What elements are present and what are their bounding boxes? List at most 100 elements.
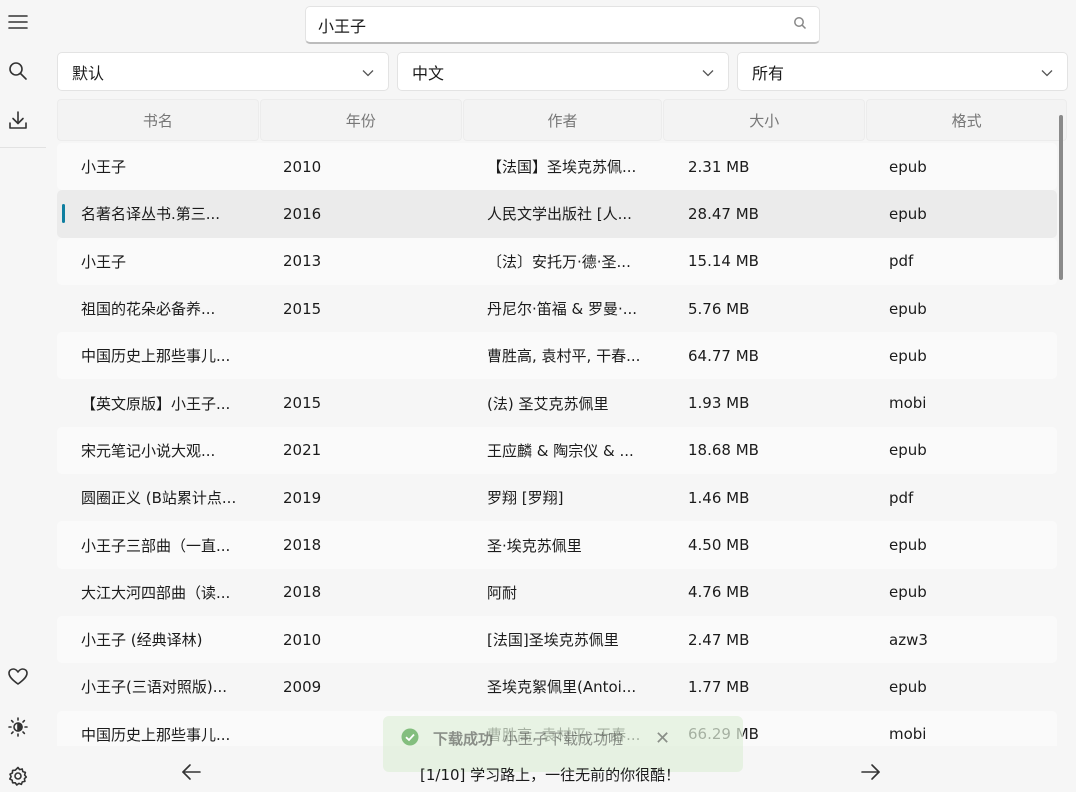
chevron-down-icon [362, 62, 374, 81]
cell-size: 1.93 MB [688, 394, 750, 413]
column-header-format[interactable]: 格式 [866, 99, 1067, 141]
table-row[interactable]: 小王子 2010 【法国】圣埃克苏佩... 2.31 MB epub [57, 143, 1057, 191]
next-arrow-icon[interactable] [856, 758, 886, 786]
cell-size: 28.47 MB [688, 204, 759, 223]
cell-size: 4.50 MB [688, 536, 750, 555]
table-row[interactable]: 小王子三部曲（一直... 2018 圣·埃克苏佩里 4.50 MB epub [57, 521, 1057, 569]
cell-year: 2010 [283, 157, 322, 176]
toast-message: 小王子下载成功啦 [503, 730, 624, 748]
cell-format: epub [889, 157, 927, 176]
results-table: 书名 年份 作者 大小 格式 小王子 2010 【法国】圣埃克苏佩... 2.31 M… [57, 99, 1068, 746]
cell-year: 2009 [283, 677, 322, 696]
format-select-value: 所有 [752, 63, 785, 83]
table-row[interactable]: 小王子 (经典译林) 2010 [法国]圣埃克苏佩里 2.47 MB azw3 [57, 615, 1057, 664]
cell-author: (法) 圣艾克苏佩里 [487, 394, 609, 413]
language-select-value: 中文 [412, 63, 445, 83]
download-icon[interactable] [4, 106, 32, 134]
search-input[interactable] [318, 15, 793, 34]
cell-author: 圣埃克絮佩里(Antoi... [487, 678, 637, 697]
cell-format: epub [889, 583, 927, 602]
table-header: 书名 年份 作者 大小 格式 [57, 99, 1068, 141]
cell-title: 【英文原版】小王子... [81, 394, 231, 413]
cell-title: 大江大河四部曲（读... [81, 583, 231, 602]
table-row[interactable]: 小王子(三语对照版)... 2009 圣埃克絮佩里(Antoi... 1.77 MB e… [57, 663, 1057, 710]
close-icon[interactable]: ✕ [655, 728, 670, 749]
cell-format: mobi [889, 725, 927, 744]
check-circle-icon [401, 728, 419, 750]
table-row[interactable]: 中国历史上那些事儿... 曹胜高, 袁村平, 干春... 64.77 MB epub [57, 332, 1057, 380]
cell-author: 【法国】圣埃克苏佩... [487, 158, 637, 177]
table-row[interactable]: 【英文原版】小王子... 2015 (法) 圣艾克苏佩里 1.93 MB mobi [57, 379, 1057, 426]
cell-size: 1.46 MB [688, 488, 750, 507]
cell-format: epub [889, 677, 927, 696]
cell-size: 1.77 MB [688, 677, 750, 696]
theme-icon[interactable] [4, 713, 32, 741]
scrollbar[interactable] [1059, 115, 1063, 280]
cell-size: 5.76 MB [688, 299, 750, 318]
cell-year: 2010 [283, 630, 322, 649]
cell-size: 15.14 MB [688, 252, 759, 271]
column-header-size[interactable]: 大小 [663, 99, 866, 141]
table-row[interactable]: 名著名译丛书.第三... 2016 人民文学出版社 [人... 28.47 MB epu… [57, 190, 1057, 238]
cell-size: 64.77 MB [688, 346, 759, 365]
cell-size: 4.76 MB [688, 583, 750, 602]
search-icon[interactable] [4, 57, 32, 85]
column-header-author[interactable]: 作者 [462, 99, 663, 141]
cell-format: epub [889, 299, 927, 318]
cell-title: 中国历史上那些事儿... [81, 347, 231, 366]
cell-title: 小王子三部曲（一直... [81, 536, 231, 555]
table-row[interactable]: 祖国的花朵必备养... 2015 丹尼尔·笛福 & 罗曼·... 5.76 MB epu… [57, 285, 1057, 332]
table-row[interactable]: 圆圈正义 (B站累计点... 2019 罗翔 [罗翔] 1.46 MB pdf [57, 474, 1057, 521]
cell-size: 18.68 MB [688, 441, 759, 460]
cell-author: 人民文学出版社 [人... [487, 205, 632, 224]
column-header-year[interactable]: 年份 [259, 99, 462, 141]
sort-select-value: 默认 [72, 63, 105, 83]
format-select[interactable]: 所有 [737, 52, 1068, 91]
cell-year: 2018 [283, 536, 322, 555]
cell-title: 小王子(三语对照版)... [81, 678, 228, 697]
cell-format: epub [889, 536, 927, 555]
sort-select[interactable]: 默认 [57, 52, 389, 91]
table-row[interactable]: 大江大河四部曲（读... 2018 阿耐 4.76 MB epub [57, 569, 1057, 616]
cell-title: 中国历史上那些事儿... [81, 725, 231, 744]
cell-year: 2015 [283, 299, 322, 318]
cell-format: azw3 [889, 630, 928, 649]
sidebar [0, 0, 46, 792]
cell-year: 2016 [283, 204, 322, 223]
cell-author: 阿耐 [487, 583, 518, 602]
quote-text: [1/10] 学习路上，一往无前的你很酷！ [420, 766, 681, 784]
cell-title: 小王子 (经典译林) [81, 631, 203, 650]
cell-year: 2018 [283, 583, 322, 602]
cell-format: epub [889, 346, 927, 365]
cell-title: 名著名译丛书.第三... [81, 205, 221, 224]
cell-author: 〔法〕安托万·德·圣... [487, 252, 631, 271]
toast-title: 下载成功 [433, 730, 494, 748]
cell-format: epub [889, 441, 927, 460]
sidebar-divider [0, 147, 46, 148]
cell-format: pdf [889, 252, 914, 271]
language-select[interactable]: 中文 [397, 52, 729, 91]
heart-icon[interactable] [4, 663, 32, 691]
search-box[interactable] [305, 6, 820, 44]
cell-format: pdf [889, 488, 914, 507]
prev-arrow-icon[interactable] [176, 758, 206, 786]
cell-author: [法国]圣埃克苏佩里 [487, 631, 619, 650]
table-row[interactable]: 宋元笔记小说大观... 2021 王应麟 & 陶宗仪 & ... 18.68 MB ep… [57, 426, 1057, 475]
table-row[interactable]: 小王子 2013 〔法〕安托万·德·圣... 15.14 MB pdf [57, 237, 1057, 285]
settings-icon[interactable] [4, 762, 32, 790]
cell-title: 祖国的花朵必备养... [81, 300, 216, 319]
bottom-bar: [1/10] 学习路上，一往无前的你很酷！ [46, 752, 1076, 792]
chevron-down-icon [1041, 62, 1053, 81]
cell-year: 2015 [283, 394, 322, 413]
cell-title: 小王子 [81, 252, 127, 271]
search-icon[interactable] [793, 16, 807, 34]
column-header-title[interactable]: 书名 [57, 99, 259, 141]
cell-year: 2019 [283, 488, 322, 507]
cell-author: 圣·埃克苏佩里 [487, 536, 582, 555]
cell-size: 2.31 MB [688, 157, 750, 176]
cell-format: epub [889, 204, 927, 223]
cell-year: 2021 [283, 441, 322, 460]
menu-icon[interactable] [4, 8, 32, 36]
cell-title: 宋元笔记小说大观... [81, 441, 216, 460]
cell-title: 圆圈正义 (B站累计点... [81, 489, 237, 508]
